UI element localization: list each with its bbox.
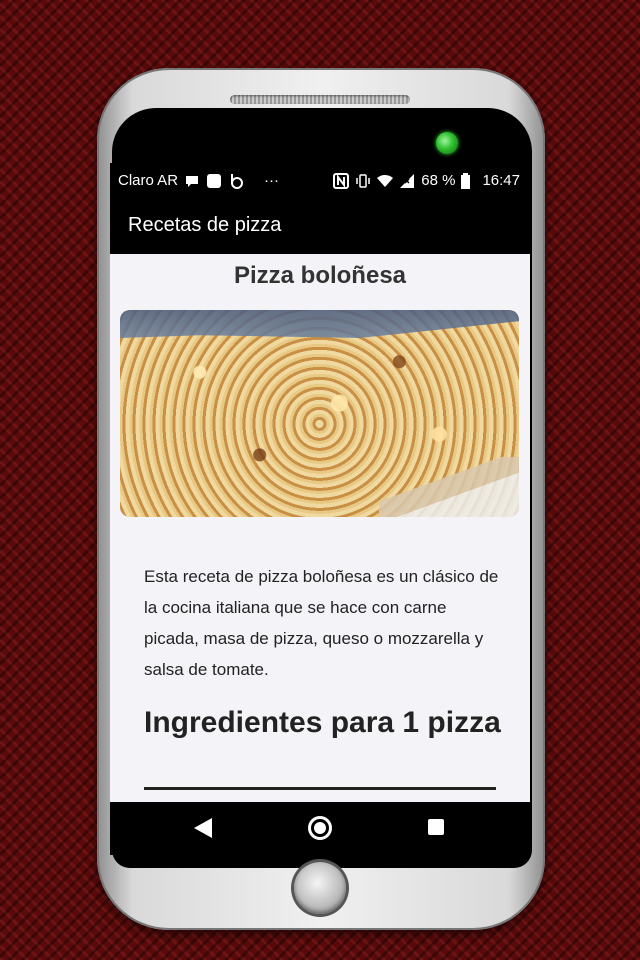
app-title: Recetas de pizza (128, 214, 282, 236)
home-icon[interactable] (308, 816, 332, 840)
wifi-icon (377, 174, 394, 187)
clock: 16:47 (482, 172, 520, 189)
notification-square-icon (207, 173, 222, 188)
beats-icon (231, 173, 244, 189)
recipe-description: Esta receta de pizza boloñesa es un clás… (144, 567, 499, 679)
recipe-content[interactable]: Pizza boloñesa Esta receta de pizza bolo… (110, 254, 530, 802)
battery-icon (461, 172, 471, 189)
carrier-label: Claro AR (118, 172, 179, 189)
recipe-title: Pizza boloñesa (233, 262, 407, 289)
recent-apps-icon[interactable] (428, 819, 444, 835)
vibrate-icon (356, 173, 370, 188)
earpiece-speaker (230, 95, 410, 104)
heading-divider (144, 787, 496, 790)
navigation-bar (110, 802, 530, 855)
chat-bubble-icon (186, 175, 199, 187)
nfc-icon (333, 172, 350, 189)
physical-home-button[interactable] (294, 862, 346, 914)
ingredients-heading: Ingredientes para 1 pizza (144, 706, 501, 739)
status-bar: Claro AR ··· 68 % 16:47 (110, 163, 530, 199)
back-icon[interactable] (194, 818, 212, 838)
notification-led (436, 132, 458, 154)
app-bar: Recetas de pizza (110, 199, 530, 254)
screen: Claro AR ··· 68 % 16:47 Recetas de pizza… (110, 163, 530, 855)
battery-percent: 68 % (421, 172, 456, 189)
signal-icon (400, 173, 415, 188)
pizza-photo (120, 310, 519, 517)
more-notifications-dots: ··· (264, 172, 280, 189)
